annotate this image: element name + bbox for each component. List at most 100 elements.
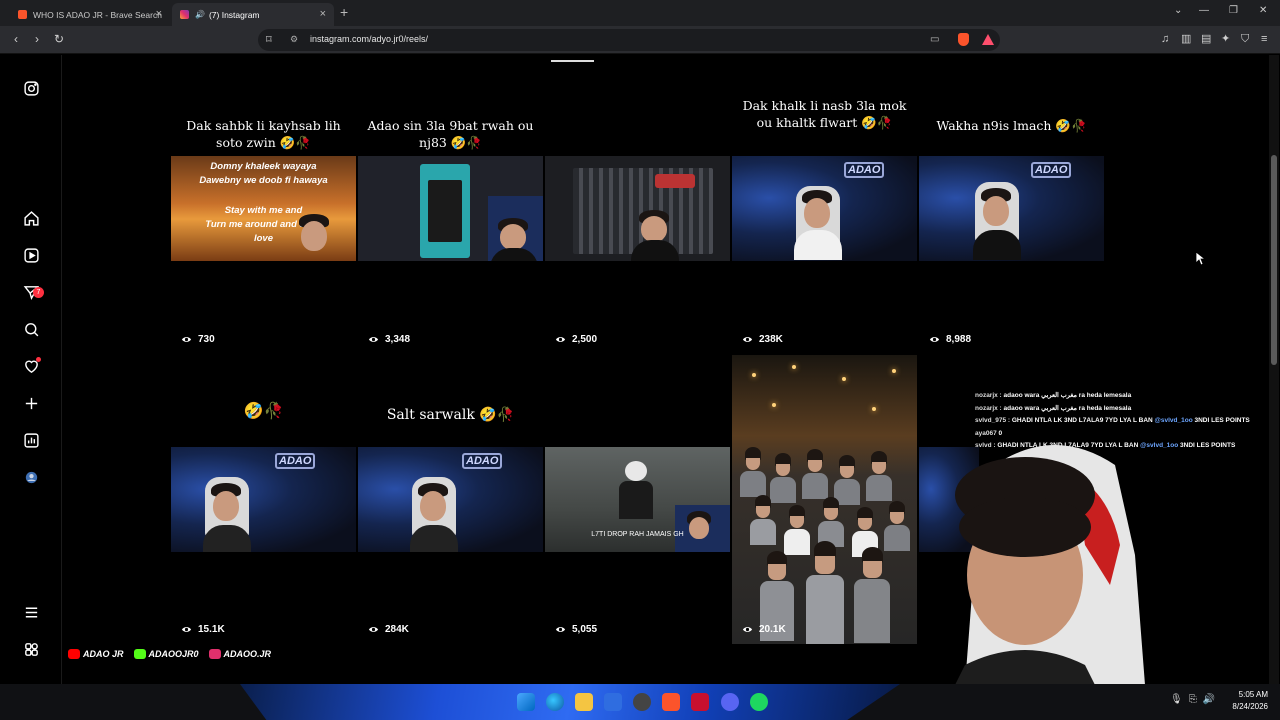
reel-item[interactable]: Dak khalk li nasb 3la mok ou khaltk flwa… (732, 65, 917, 354)
more-menu-icon[interactable] (21, 602, 41, 622)
close-tab-icon[interactable]: × (320, 8, 326, 20)
store-icon[interactable] (604, 693, 622, 711)
close-window-icon[interactable]: ✕ (1259, 5, 1267, 16)
group-photo-thumbnail (732, 355, 917, 644)
brave-search-favicon (18, 10, 27, 19)
clock[interactable]: 5:05 AM 8/24/2026 (1232, 689, 1268, 713)
maximize-icon[interactable]: ❐ (1229, 5, 1238, 16)
tab-instagram[interactable]: 🔊 (7) Instagram × (172, 3, 334, 26)
kick-handle: ADAOOJR0 (133, 649, 199, 659)
youtube-handle: ADAO JR (68, 649, 124, 659)
create-plus-icon[interactable] (21, 393, 41, 413)
scrollbar-track[interactable] (1269, 55, 1279, 684)
tab-brave-search[interactable]: WHO IS ADAO JR - Brave Search × (10, 3, 170, 26)
reel-thumbnail: Domny khaleek wayaya Dawebny we doob fi … (171, 156, 356, 261)
minimize-icon[interactable]: — (1199, 5, 1209, 16)
reel-item[interactable]: 🤣🥀 ADAO 15.1K (171, 355, 356, 644)
view-count: 284K (368, 624, 409, 635)
view-count: 238K (742, 334, 783, 345)
view-count: 5,055 (555, 624, 597, 635)
reel-item[interactable]: Salt sarwalk 🤣🥀 ADAO 284K (358, 355, 543, 644)
bookmark-icon[interactable]: ⌑ (266, 33, 272, 46)
brave-rewards-icon[interactable] (982, 34, 994, 45)
main-menu-icon[interactable]: ≡ (1261, 32, 1267, 46)
address-bar[interactable]: ⌑ ⚙ instagram.com/adyo.jr0/reels/ ▭ (258, 29, 1000, 51)
chat-message: nozarjx : adaoo wara مغرب العربي ra heda… (975, 392, 1132, 399)
notifications-heart-icon[interactable] (21, 356, 41, 376)
play-icon (555, 627, 566, 632)
play-icon (555, 337, 566, 342)
sidebar-toggle-icon[interactable]: ▥ (1181, 32, 1191, 46)
start-button-icon[interactable] (517, 693, 535, 711)
url-text[interactable]: instagram.com/adyo.jr0/reels/ (310, 34, 428, 44)
forward-icon[interactable]: › (35, 32, 39, 46)
cast-icon[interactable]: ▭ (930, 34, 939, 45)
play-icon (742, 337, 753, 342)
view-count: 15.1K (181, 624, 225, 635)
reel-thumbnail (545, 156, 730, 261)
taskbar-wallpaper (240, 684, 900, 720)
notification-dot (36, 357, 41, 362)
reel-item[interactable]: L7TI DROP RAH JAMAIS GH 5,055 (545, 355, 730, 644)
site-info-icon[interactable]: ⚙ (290, 34, 298, 45)
new-tab-plus-icon[interactable]: + (340, 4, 348, 20)
reel-thumbnail: ADAO (171, 447, 356, 552)
reel-caption: Dak sahbk li kayhsab lih soto zwin 🤣🥀 (186, 118, 341, 150)
play-icon (181, 337, 192, 342)
also-from-meta-icon[interactable] (21, 639, 41, 659)
clock-time: 5:05 AM (1238, 690, 1268, 699)
reel-caption: Dak khalk li nasb 3la mok ou khaltk flwa… (742, 98, 907, 130)
tab-search-chevron-icon[interactable]: ⌄ (1174, 5, 1182, 16)
leo-ai-icon[interactable]: ✦ (1221, 32, 1230, 46)
chat-message: svlvd_975 : GHADI NTLA LK 3ND L7ALA9 7YD… (975, 417, 1250, 424)
messages-icon[interactable]: 7 (21, 282, 44, 302)
back-icon[interactable]: ‹ (14, 32, 18, 46)
home-icon[interactable] (21, 208, 41, 228)
view-count: 3,348 (368, 334, 410, 345)
brave-icon[interactable] (662, 693, 680, 711)
vpn-shield-icon[interactable]: ⛉ (1241, 32, 1249, 46)
reel-item[interactable]: Wakha n9is lmach 🤣🥀 ADAO 8,988 (919, 65, 1104, 354)
view-count: 730 (181, 334, 215, 345)
scrollbar-thumb[interactable] (1271, 155, 1277, 365)
recording-app-icon[interactable] (691, 693, 709, 711)
chat-message: nozarjx : adaoo wara مغرب العربي ra heda… (975, 404, 1132, 412)
media-icon[interactable]: ♫ (1161, 32, 1169, 46)
view-count: 2,500 (555, 334, 597, 345)
reload-icon[interactable]: ↻ (54, 32, 64, 46)
discord-icon[interactable] (721, 693, 739, 711)
wallet-icon[interactable]: ▤ (1201, 32, 1211, 46)
brave-shields-icon[interactable] (958, 33, 969, 46)
file-explorer-icon[interactable] (575, 693, 593, 711)
reel-thumbnail: L7TI DROP RAH JAMAIS GH (545, 447, 730, 552)
play-icon (742, 627, 753, 632)
reel-item[interactable]: 20.1K (732, 355, 917, 644)
profile-avatar[interactable] (21, 467, 41, 487)
speaker-icon[interactable]: 🔊 (195, 10, 205, 19)
dashboard-icon[interactable] (21, 430, 41, 450)
reel-thumbnail (919, 447, 979, 552)
windows-taskbar: 🎙⎘🔊 5:05 AM 8/24/2026 (0, 684, 1280, 720)
reel-item[interactable] (919, 355, 979, 644)
reel-item[interactable]: 2,500 (545, 65, 730, 354)
mouse-cursor-icon (1196, 252, 1206, 266)
browser-tab-bar: WHO IS ADAO JR - Brave Search × 🔊 (7) In… (0, 0, 1280, 26)
reels-icon[interactable] (21, 245, 41, 265)
tab-title: (7) Instagram (208, 9, 260, 20)
stream-chat-overlay: nozarjx : adaoo wara مغرب العربي ra heda… (975, 390, 1250, 453)
edge-icon[interactable] (546, 693, 564, 711)
lyric-line: Domny khaleek wayaya (210, 161, 317, 172)
reels-tab-indicator (551, 60, 594, 62)
reel-thumbnail: ADAO (732, 156, 917, 261)
chrome-icon[interactable] (633, 693, 651, 711)
instagram-handle: ADAOO.JR (208, 649, 271, 659)
reel-item[interactable]: Adao sin 3la 9bat rwah ou nj83 🤣🥀 3,348 (358, 65, 543, 354)
spotify-icon[interactable] (750, 693, 768, 711)
close-tab-icon[interactable]: × (156, 8, 162, 20)
instagram-page: 7 Dak sahbk li kayhsab lih soto zwin 🤣🥀 … (0, 55, 1280, 684)
instagram-logo-icon[interactable] (21, 78, 41, 98)
system-tray-icons[interactable]: 🎙⎘🔊 (1170, 694, 1221, 705)
search-icon[interactable] (21, 319, 41, 339)
tab-title: WHO IS ADAO JR - Brave Search (33, 9, 162, 20)
reel-item[interactable]: Dak sahbk li kayhsab lih soto zwin 🤣🥀 Do… (171, 65, 356, 354)
